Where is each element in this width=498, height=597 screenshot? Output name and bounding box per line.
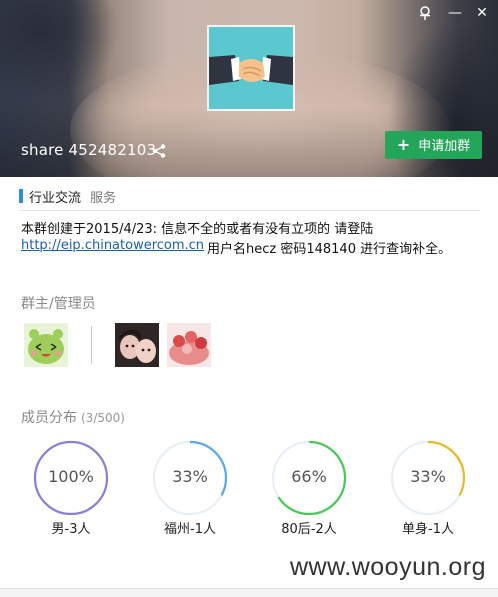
stat-ring: 100% (33, 440, 109, 516)
stat-percent: 66% (291, 467, 327, 486)
group-profile-window: — ✕ share 452482103 + 申请加群 行业交流 服务 本群创建于… (0, 0, 498, 597)
stat-percent: 33% (172, 467, 208, 486)
group-id-label: share 452482103 (21, 141, 157, 159)
stat-label: 80后-2人 (281, 522, 337, 537)
admin-avatar[interactable] (167, 323, 211, 367)
stat-ring: 33% (152, 440, 228, 516)
owner-avatar[interactable] (24, 323, 68, 367)
stat-label: 单身-1人 (402, 522, 454, 537)
close-button[interactable]: ✕ (473, 4, 491, 22)
watermark: www.wooyun.org (290, 553, 486, 581)
join-group-button[interactable]: + 申请加群 (385, 131, 482, 159)
stat-percent: 33% (410, 467, 446, 486)
members-title: 成员分布 (21, 410, 77, 426)
admins-section-title: 群主/管理员 (21, 296, 96, 312)
stat-ring: 66% (271, 440, 347, 516)
join-group-label: 申请加群 (418, 139, 471, 154)
background-window-strip (0, 588, 498, 597)
admin-separator (91, 326, 92, 364)
group-description: 本群创建于2015/4/23: 信息不全的或者有没有立项的 请登陆 (21, 222, 374, 237)
admin-avatar[interactable] (115, 323, 159, 367)
plus-icon: + (396, 135, 411, 154)
stat-percent: 100% (48, 467, 94, 486)
group-description-continued: 用户名hecz 密码148140 进行查询补全。 (207, 242, 452, 257)
tag-primary[interactable]: 行业交流 (29, 187, 81, 206)
minimize-button[interactable]: — (446, 4, 464, 22)
member-count: (3/500) (81, 411, 125, 425)
description-link[interactable]: http://eip.chinatowercom.cn (21, 238, 204, 253)
share-icon[interactable] (151, 143, 167, 159)
members-section-title: 成员分布 (3/500) (21, 407, 125, 427)
tag-secondary[interactable]: 服务 (90, 187, 116, 206)
group-avatar[interactable] (207, 25, 295, 111)
stat-ring: 33% (390, 440, 466, 516)
stat-label: 男-3人 (51, 522, 91, 537)
pin-icon[interactable] (416, 4, 434, 22)
tag-accent-bar (19, 189, 23, 203)
stat-label: 福州-1人 (164, 522, 216, 537)
divider (19, 210, 480, 211)
